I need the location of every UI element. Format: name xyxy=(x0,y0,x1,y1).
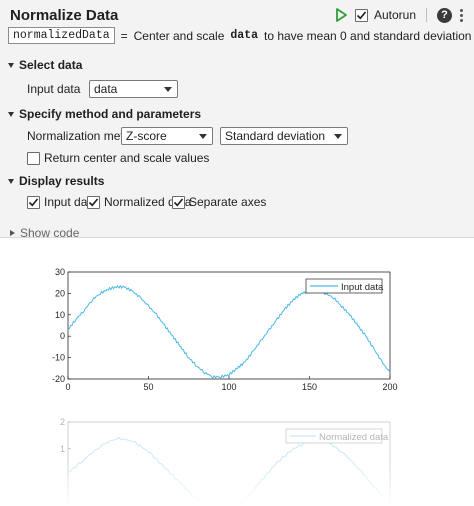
checkbox-label: Return center and scale values xyxy=(44,151,210,165)
input-data-dropdown[interactable]: data xyxy=(89,80,178,98)
summary-line: normalizedData = Center and scale data t… xyxy=(8,27,474,44)
x-tick-label: 200 xyxy=(382,382,397,392)
x-tick-label: 50 xyxy=(143,382,153,392)
checkmark-icon xyxy=(356,10,367,19)
checkbox-label: Separate axes xyxy=(189,195,267,209)
section-heading: Display results xyxy=(19,174,105,188)
live-task-panel: Normalize Data Autorun ? normalizedData … xyxy=(0,0,474,240)
x-tick-label: 150 xyxy=(302,382,317,392)
show-code-toggle[interactable]: Show code xyxy=(10,226,79,240)
section-method[interactable]: Specify method and parameters xyxy=(8,107,201,121)
y-tick-label: 10 xyxy=(55,310,65,320)
return-center-scale-option[interactable]: Return center and scale values xyxy=(27,151,209,165)
checkmark-icon xyxy=(173,197,184,206)
x-tick-label: 0 xyxy=(65,382,70,392)
normalization-method-dropdown[interactable]: Z-score xyxy=(121,127,213,145)
x-tick-label: 100 xyxy=(221,382,236,392)
summary-input-variable: data xyxy=(230,29,258,42)
section-select-data[interactable]: Select data xyxy=(8,58,82,72)
summary-text-after: to have mean 0 and standard deviation 1 xyxy=(263,28,474,43)
show-code-label: Show code xyxy=(20,226,80,240)
normalized-plot-legend: Normalized data xyxy=(285,428,389,444)
chevron-right-icon xyxy=(10,230,15,236)
summary-text-before: Center and scale xyxy=(133,28,225,43)
method-parameter-dropdown[interactable]: Standard deviation xyxy=(220,127,348,145)
y-tick-label: 2 xyxy=(60,417,65,427)
autorun-checkbox[interactable] xyxy=(354,8,368,22)
y-tick-label: 30 xyxy=(55,267,65,277)
toolbar-divider xyxy=(426,8,427,22)
return-center-scale-checkbox[interactable] xyxy=(27,151,40,165)
dropdown-value: data xyxy=(94,82,118,96)
caret-down-icon xyxy=(199,134,207,139)
display-input-data-checkbox[interactable] xyxy=(27,195,40,209)
separate-axes-checkbox[interactable] xyxy=(172,195,185,209)
chevron-down-icon xyxy=(8,111,14,117)
results-figure: 3020100-10-200 50 100 150 200 Input data 21 … xyxy=(0,267,474,506)
section-heading: Select data xyxy=(19,58,83,72)
dropdown-value: Z-score xyxy=(126,129,167,143)
y-tick-label: -20 xyxy=(52,374,65,384)
autorun-label[interactable]: Autorun xyxy=(374,8,416,22)
header-toolbar: Autorun ? xyxy=(333,6,464,24)
y-tick-label: 1 xyxy=(60,444,65,454)
y-tick-label: -10 xyxy=(52,353,65,363)
legend-label: Input data xyxy=(341,282,384,293)
caret-down-icon xyxy=(334,134,342,139)
play-icon[interactable] xyxy=(333,7,349,23)
section-display-results[interactable]: Display results xyxy=(8,174,104,188)
checkmark-icon xyxy=(88,197,99,206)
help-icon[interactable]: ? xyxy=(437,7,452,23)
input-plot-legend: Input data xyxy=(305,278,384,294)
chevron-down-icon xyxy=(8,62,14,68)
caret-down-icon xyxy=(164,87,172,92)
chevron-down-icon xyxy=(8,178,14,184)
task-title: Normalize Data xyxy=(10,7,119,24)
section-heading: Specify method and parameters xyxy=(19,107,202,121)
y-tick-label: 0 xyxy=(60,331,65,341)
legend-label: Normalized data xyxy=(319,432,389,443)
dropdown-value: Standard deviation xyxy=(225,129,326,143)
y-tick-label: 20 xyxy=(55,288,65,298)
checkmark-icon xyxy=(28,197,39,206)
output-variable-field[interactable]: normalizedData xyxy=(8,27,115,44)
display-normalized-data-checkbox[interactable] xyxy=(87,195,100,209)
input-data-label: Input data xyxy=(27,82,81,96)
kebab-menu-icon[interactable] xyxy=(458,8,464,22)
fade-overlay xyxy=(0,462,474,506)
separate-axes-option[interactable]: Separate axes xyxy=(172,195,266,209)
equals-sign: = xyxy=(120,28,128,43)
